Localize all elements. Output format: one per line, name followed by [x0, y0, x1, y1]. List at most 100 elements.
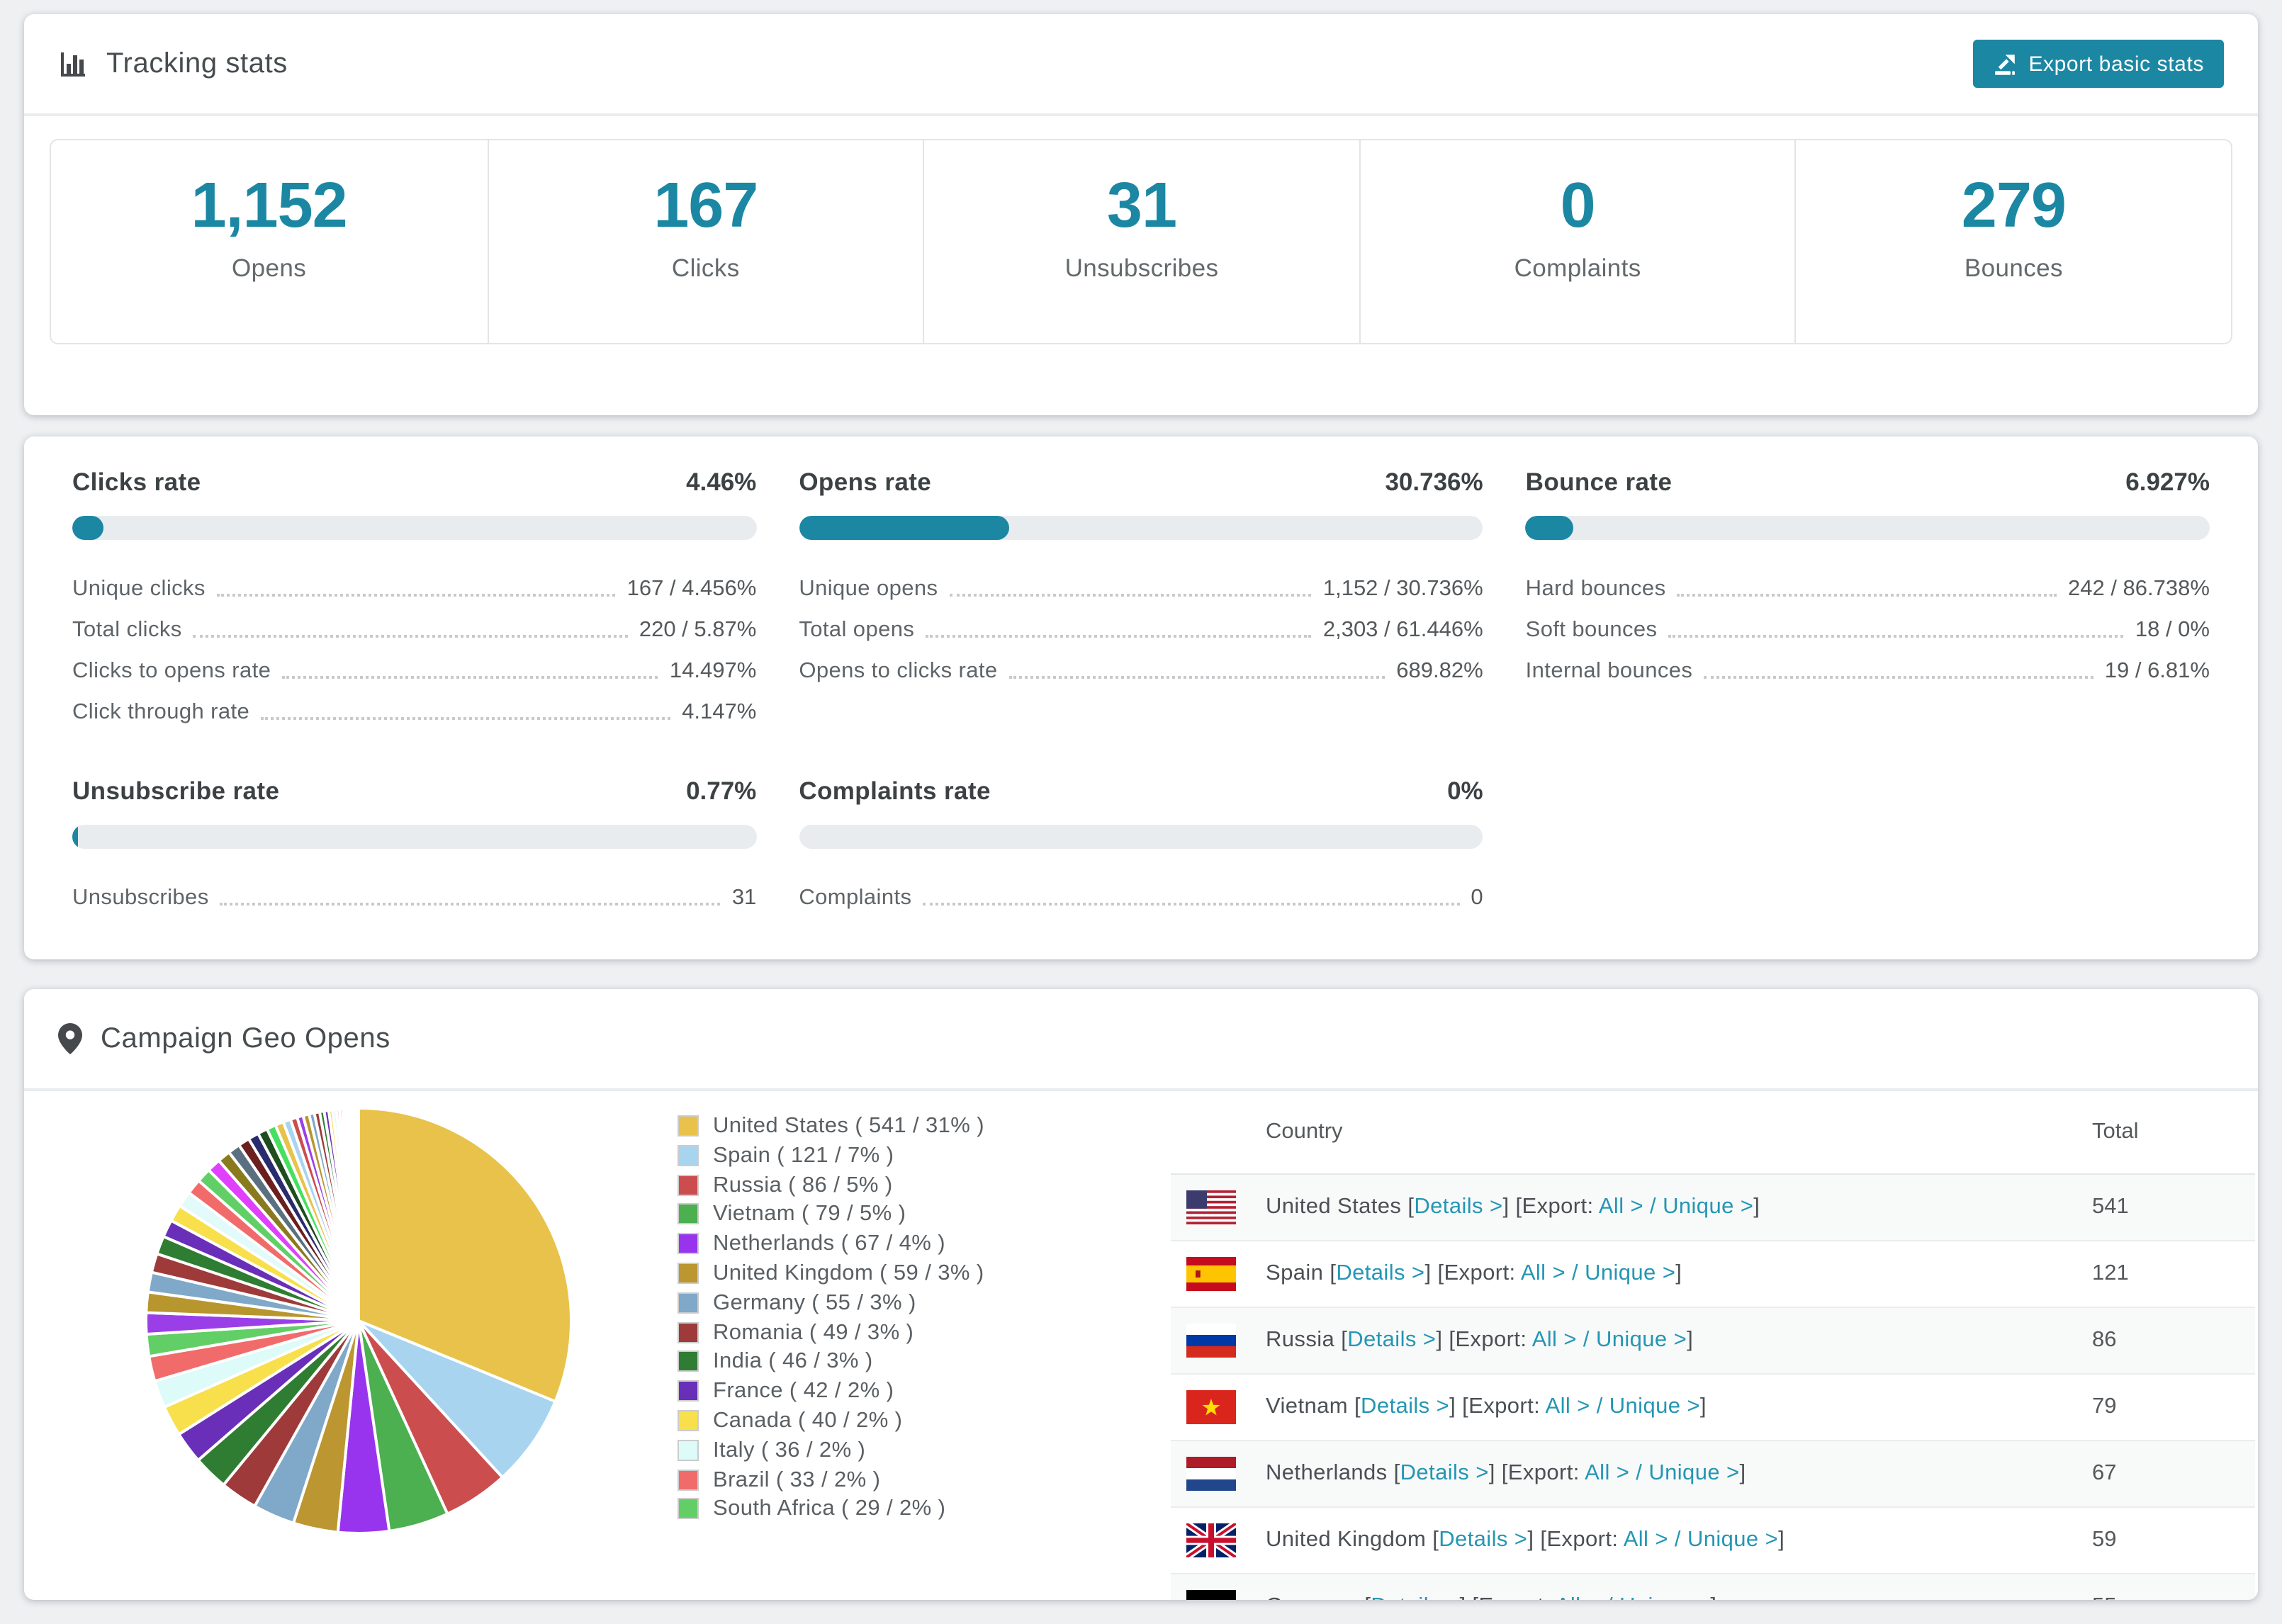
- stat-opens: 1,152 Opens: [51, 140, 487, 343]
- export-all-link[interactable]: All >: [1532, 1328, 1577, 1352]
- export-unique-link[interactable]: Unique >: [1585, 1261, 1675, 1285]
- rate-rows: Unique opens 1,152 / 30.736% Total opens…: [799, 561, 1483, 684]
- tracking-stats-header: Tracking stats Export basic stats: [24, 14, 2258, 116]
- export-unique-link[interactable]: Unique >: [1619, 1594, 1710, 1600]
- export-unique-link[interactable]: Unique >: [1596, 1328, 1687, 1352]
- stat-label: Opens: [232, 254, 307, 282]
- rate-block-header: Opens rate 30.736%: [799, 468, 1483, 497]
- rate-row-value: 4.147%: [682, 700, 757, 724]
- flag-ru-icon: [1186, 1324, 1236, 1358]
- export-all-link[interactable]: All >: [1546, 1394, 1590, 1419]
- country-total: 67: [2092, 1461, 2117, 1485]
- rate-title: Clicks rate: [72, 468, 201, 496]
- export-unique-link[interactable]: Unique >: [1609, 1394, 1700, 1419]
- bracket: ] [Export:: [1436, 1328, 1532, 1352]
- table-header-row: Country Total: [1171, 1091, 2255, 1175]
- bracket: ]: [1710, 1594, 1716, 1600]
- export-icon: [1993, 52, 2017, 76]
- legend-label: Netherlands ( 67 / 4% ): [713, 1231, 945, 1256]
- legend-item-united-kingdom: United Kingdom ( 59 / 3% ): [678, 1261, 984, 1291]
- dotted-leader: [1008, 676, 1386, 679]
- bracket: ] [Export:: [1449, 1394, 1546, 1419]
- rate-row-value: 220 / 5.87%: [639, 618, 757, 642]
- details-link[interactable]: Details >: [1347, 1328, 1436, 1352]
- details-link[interactable]: Details >: [1414, 1195, 1502, 1219]
- rate-row: Total opens 2,303 / 61.446%: [799, 602, 1483, 643]
- dotted-leader: [193, 635, 628, 638]
- table-row-united-states: United States [Details >] [Export: All >…: [1171, 1175, 2255, 1241]
- geo-body: United States ( 541 / 31% ) Spain ( 121 …: [24, 1091, 2258, 1600]
- rate-row-label: Total opens: [799, 618, 915, 642]
- rate-row-value: 14.497%: [669, 659, 757, 683]
- rate-row-value: 689.82%: [1396, 659, 1483, 683]
- stat-value: 167: [653, 169, 758, 241]
- rates-grid: Clicks rate 4.46% Unique clicks 167 / 4.…: [24, 436, 2258, 911]
- export-all-link[interactable]: All >: [1556, 1594, 1600, 1600]
- export-unique-link[interactable]: Unique >: [1687, 1528, 1778, 1552]
- export-unique-link[interactable]: Unique >: [1648, 1461, 1739, 1485]
- progress-track: [72, 825, 757, 849]
- export-unique-link[interactable]: Unique >: [1663, 1195, 1753, 1219]
- details-link[interactable]: Details >: [1400, 1461, 1489, 1485]
- stat-value: 1,152: [191, 169, 347, 241]
- table-row-russia: Russia [Details >] [Export: All > / Uniq…: [1171, 1308, 2255, 1375]
- bracket: ]: [1687, 1328, 1694, 1352]
- legend-label: Italy ( 36 / 2% ): [713, 1438, 866, 1462]
- legend-label: Canada ( 40 / 2% ): [713, 1408, 903, 1433]
- export-all-link[interactable]: All >: [1624, 1528, 1668, 1552]
- dotted-leader: [216, 594, 616, 597]
- rate-title: Bounce rate: [1525, 468, 1673, 496]
- rate-block-complaints-rate: Complaints rate 0% Complaints 0: [799, 777, 1483, 911]
- country-name: United States: [1266, 1195, 1408, 1219]
- rate-title: Opens rate: [799, 468, 932, 496]
- country-total: 59: [2092, 1528, 2117, 1552]
- export-all-link[interactable]: All >: [1521, 1261, 1566, 1285]
- legend-label: South Africa ( 29 / 2% ): [713, 1496, 946, 1521]
- country-name: United Kingdom: [1266, 1528, 1433, 1552]
- bar-chart-icon: [58, 49, 88, 79]
- legend-swatch: [678, 1439, 699, 1461]
- legend-item-canada: Canada ( 40 / 2% ): [678, 1409, 984, 1438]
- export-all-link[interactable]: All >: [1599, 1195, 1643, 1219]
- rate-row-label: Total clicks: [72, 618, 182, 642]
- bracket: [: [1330, 1261, 1337, 1285]
- column-header-total: Total: [2092, 1120, 2139, 1144]
- rate-title: Unsubscribe rate: [72, 777, 280, 805]
- rates-card: Clicks rate 4.46% Unique clicks 167 / 4.…: [24, 436, 2258, 959]
- legend-item-south-africa: South Africa ( 29 / 2% ): [678, 1497, 984, 1527]
- rate-row-label: Unique clicks: [72, 577, 206, 601]
- country-name: Germany: [1266, 1594, 1364, 1600]
- details-link[interactable]: Details >: [1439, 1528, 1527, 1552]
- stat-value: 279: [1961, 169, 2067, 241]
- details-link[interactable]: Details >: [1361, 1394, 1449, 1419]
- export-all-link[interactable]: All >: [1585, 1461, 1629, 1485]
- separator: /: [1629, 1461, 1649, 1485]
- legend-item-russia: Russia ( 86 / 5% ): [678, 1173, 984, 1202]
- separator: /: [1643, 1195, 1663, 1219]
- tracking-stats-card: Tracking stats Export basic stats 1,152 …: [24, 14, 2258, 415]
- rate-rows: Unique clicks 167 / 4.456% Total clicks …: [72, 561, 756, 726]
- country-name: Russia: [1266, 1328, 1342, 1352]
- rate-row-label: Complaints: [799, 886, 912, 910]
- country-total: 55: [2092, 1594, 2117, 1600]
- country-total: 121: [2092, 1261, 2129, 1285]
- stat-complaints: 0 Complaints: [1359, 140, 1795, 343]
- pie-slice-other: [356, 1106, 360, 1322]
- geo-header: Campaign Geo Opens: [24, 989, 2258, 1091]
- country-total: 79: [2092, 1394, 2117, 1419]
- bracket: [: [1407, 1195, 1415, 1219]
- dotted-leader: [220, 903, 721, 906]
- legend-item-india: India ( 46 / 3% ): [678, 1350, 984, 1380]
- legend-label: Russia ( 86 / 5% ): [713, 1173, 893, 1197]
- rate-row: Soft bounces 18 / 0%: [1526, 602, 2210, 643]
- rate-value: 30.736%: [1385, 468, 1483, 496]
- table-row-germany: Germany [Details >] [Export: All > / Uni…: [1171, 1574, 2255, 1600]
- details-link[interactable]: Details >: [1371, 1594, 1459, 1600]
- dotted-leader: [1668, 635, 2124, 638]
- legend-label: Germany ( 55 / 3% ): [713, 1290, 916, 1315]
- export-basic-stats-button[interactable]: Export basic stats: [1973, 40, 2224, 88]
- country-name: Vietnam: [1266, 1394, 1354, 1419]
- details-link[interactable]: Details >: [1336, 1261, 1424, 1285]
- legend-label: France ( 42 / 2% ): [713, 1379, 894, 1404]
- bracket: [: [1354, 1394, 1361, 1419]
